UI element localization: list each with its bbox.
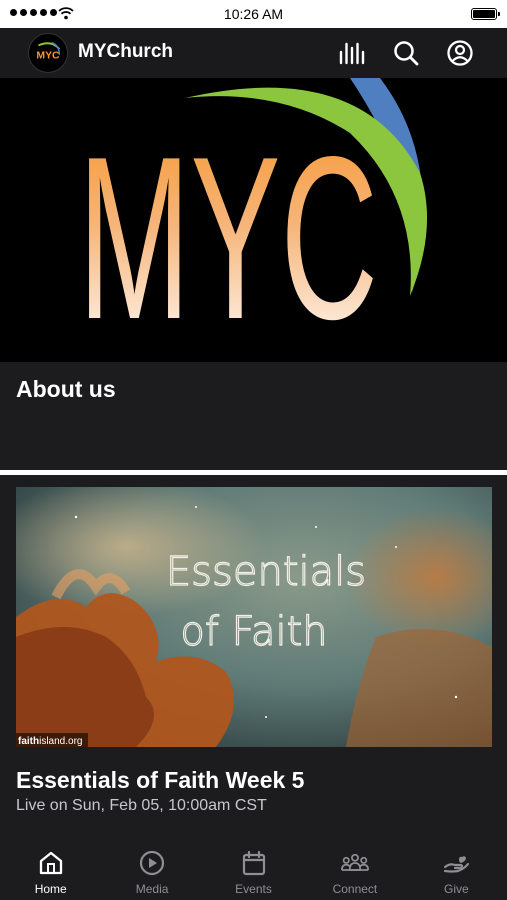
sermon-title[interactable]: Essentials of Faith Week 5 [16,767,304,794]
hero-logo-text: MYC [78,109,378,362]
search-icon[interactable] [392,39,420,67]
tab-events-label: Events [235,882,272,896]
thumbnail-title-line2: of Faith [180,609,327,655]
tab-connect[interactable]: Connect [304,840,405,900]
home-icon [39,851,62,875]
battery-icon [471,8,500,20]
sermon-schedule: Live on Sun, Feb 05, 10:00am CST [16,797,267,814]
tab-home[interactable]: Home [0,840,101,900]
about-title: About us [16,376,116,402]
tab-media[interactable]: Media [101,840,202,900]
status-bar: 10:26 AM [0,0,507,28]
thumbnail-title-line1: Essentials [166,549,366,595]
tab-events[interactable]: Events [203,840,304,900]
people-icon [340,853,369,871]
app-title: MYChurch [78,41,173,62]
profile-icon[interactable] [446,39,474,67]
featured-sermon-card[interactable]: Essentials of Faith faithisland.org Esse… [0,475,507,840]
calendar-icon [242,850,265,876]
hero-banner[interactable]: MYC [0,78,507,362]
tab-connect-label: Connect [332,882,378,896]
church-logo[interactable]: MYC [28,33,68,73]
tab-home-label: Home [34,882,67,896]
thumbnail-watermark: faithisland.org [18,736,82,747]
audio-bars-icon[interactable] [338,39,366,67]
header-logo-text: MYC [36,51,60,62]
about-section[interactable]: About us [0,362,507,470]
status-time: 10:26 AM [223,6,284,22]
play-circle-icon [140,850,165,876]
sermon-thumbnail[interactable]: Essentials of Faith faithisland.org [16,487,492,747]
tab-give[interactable]: Give [406,840,507,900]
tab-give-label: Give [443,882,469,896]
tab-media-label: Media [135,882,169,896]
hand-heart-icon [444,856,470,873]
bottom-tab-bar: Home Media Events Connect Give [0,840,507,900]
app-header: MYC MYChurch [0,28,507,78]
